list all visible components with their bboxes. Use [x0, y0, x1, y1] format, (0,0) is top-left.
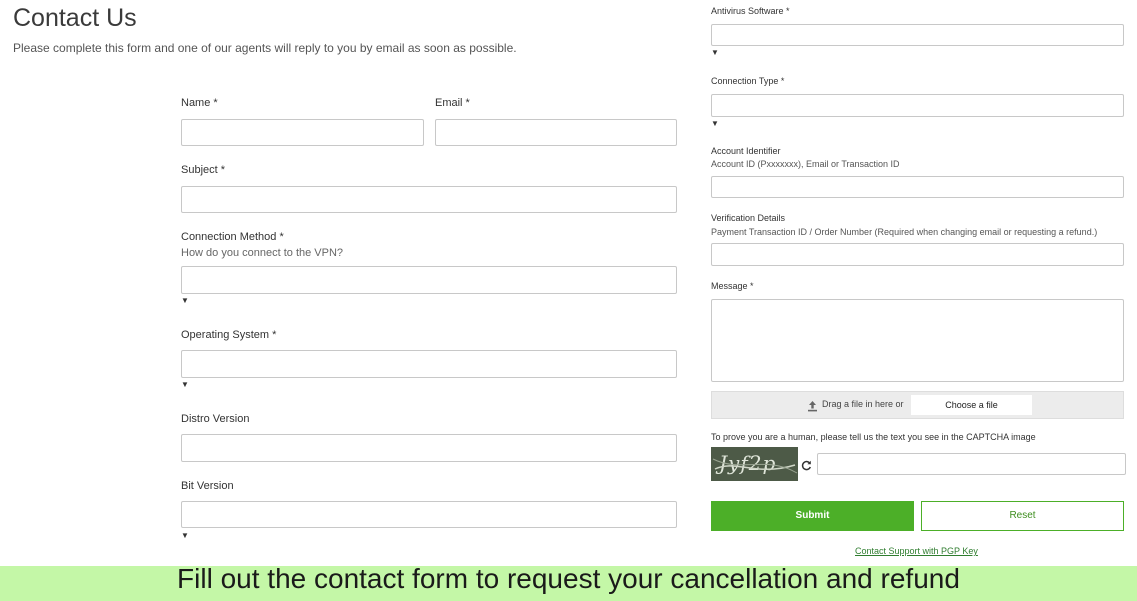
- name-field[interactable]: [181, 119, 424, 146]
- caption-text: Fill out the contact form to request you…: [177, 563, 960, 594]
- caret-down-icon[interactable]: ▼: [711, 120, 719, 128]
- distro-version-field[interactable]: [181, 434, 677, 462]
- subject-field[interactable]: [181, 186, 677, 213]
- verification-details-hint: Payment Transaction ID / Order Number (R…: [711, 227, 1098, 237]
- caret-down-icon[interactable]: ▼: [181, 381, 189, 389]
- operating-system-select[interactable]: [181, 350, 677, 378]
- account-identifier-label: Account Identifier: [711, 146, 781, 156]
- pgp-support-link[interactable]: Contact Support with PGP Key: [855, 546, 978, 556]
- verification-details-field[interactable]: [711, 243, 1124, 266]
- connection-method-hint: How do you connect to the VPN?: [181, 247, 344, 259]
- message-textarea[interactable]: [711, 299, 1124, 382]
- page-subtitle: Please complete this form and one of our…: [13, 41, 517, 55]
- refresh-icon[interactable]: [801, 458, 812, 471]
- bit-version-select[interactable]: [181, 501, 677, 528]
- connection-type-label: Connection Type *: [711, 76, 785, 86]
- reset-button[interactable]: Reset: [921, 501, 1124, 531]
- distro-version-label: Distro Version: [181, 413, 250, 425]
- caret-down-icon[interactable]: ▼: [181, 297, 189, 305]
- captcha-input[interactable]: [817, 453, 1126, 475]
- captcha-prompt: To prove you are a human, please tell us…: [711, 432, 1036, 442]
- account-identifier-field[interactable]: [711, 176, 1124, 198]
- caret-down-icon[interactable]: ▼: [711, 49, 719, 57]
- antivirus-select[interactable]: [711, 24, 1124, 46]
- account-identifier-hint: Account ID (Pxxxxxxx), Email or Transact…: [711, 159, 900, 169]
- verification-details-label: Verification Details: [711, 213, 786, 223]
- antivirus-label: Antivirus Software *: [711, 6, 790, 16]
- message-label: Message *: [711, 281, 754, 291]
- connection-method-select[interactable]: [181, 266, 677, 294]
- page-title: Contact Us: [13, 4, 137, 32]
- connection-method-label: Connection Method *: [181, 231, 284, 243]
- email-field[interactable]: [435, 119, 677, 146]
- choose-file-button[interactable]: Choose a file: [911, 395, 1032, 415]
- name-label: Name *: [181, 97, 218, 109]
- email-label: Email *: [435, 97, 470, 109]
- drag-text: Drag a file in here or: [822, 399, 904, 409]
- operating-system-label: Operating System *: [181, 329, 277, 341]
- submit-button[interactable]: Submit: [711, 501, 914, 531]
- caret-down-icon[interactable]: ▼: [181, 532, 189, 540]
- captcha-image: Jyf2p: [711, 447, 798, 481]
- connection-type-select[interactable]: [711, 94, 1124, 117]
- captcha-noise: [712, 458, 798, 474]
- upload-icon: [807, 399, 818, 412]
- bit-version-label: Bit Version: [181, 480, 234, 492]
- subject-label: Subject *: [181, 164, 226, 176]
